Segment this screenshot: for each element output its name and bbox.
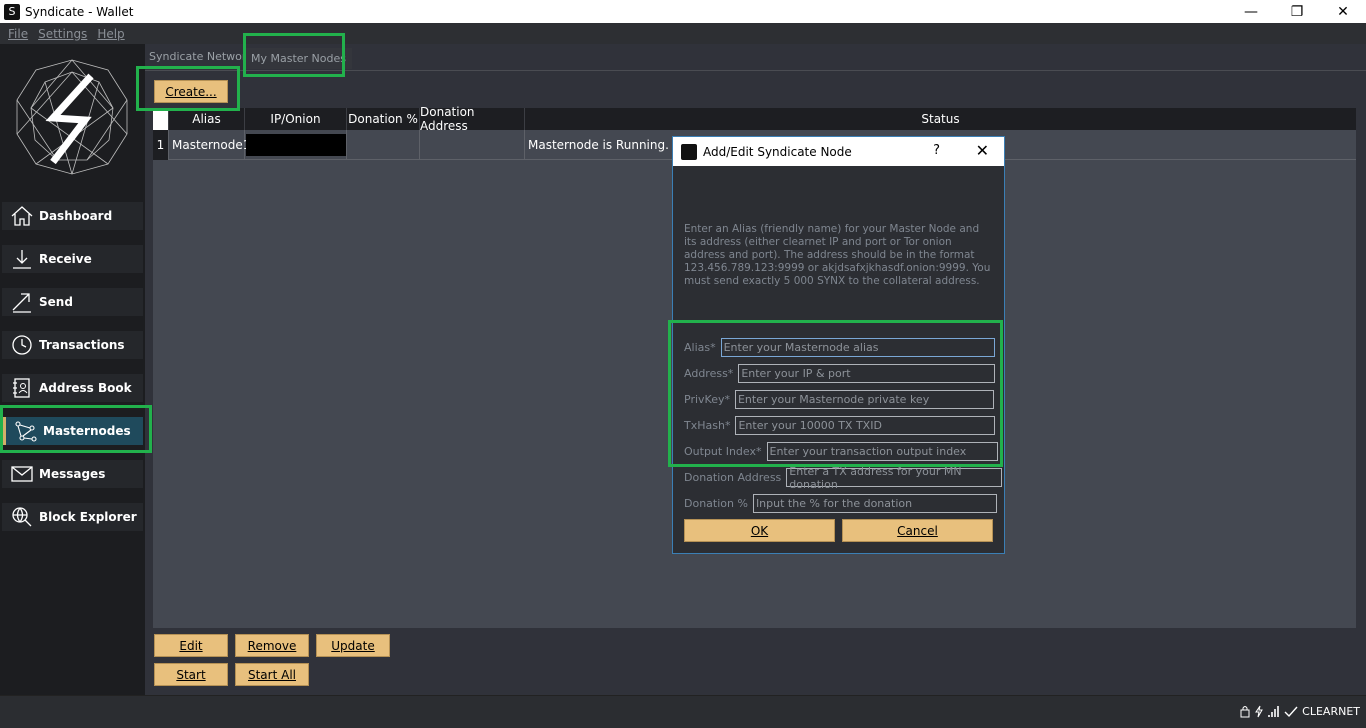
nav-block-explorer[interactable]: Block Explorer	[2, 503, 143, 531]
ok-button-label: OK	[750, 523, 769, 538]
dialog-description: Enter an Alias (friendly name) for your …	[684, 223, 991, 287]
edit-button-label: Edit	[179, 638, 203, 653]
donation-pct-label: Donation %	[684, 497, 748, 510]
corner-cell	[153, 108, 169, 130]
address-book-icon	[9, 375, 35, 401]
globe-search-icon	[9, 504, 35, 530]
highlight-required-fields	[668, 320, 1003, 467]
nav-dashboard[interactable]: Dashboard	[2, 202, 143, 230]
col-donation-pct[interactable]: Donation %	[347, 108, 420, 130]
form-row-donation-pct: Donation % Input the % for the donation	[684, 494, 997, 513]
checkmark-icon	[1284, 706, 1298, 718]
cancel-button[interactable]: Cancel	[842, 519, 993, 542]
signal-bars-icon	[1268, 706, 1279, 717]
send-icon	[9, 289, 35, 315]
highlight-create	[136, 66, 240, 111]
col-alias[interactable]: Alias	[169, 108, 245, 130]
sidebar: Dashboard Receive Send Transactions Addr…	[0, 44, 145, 695]
clock-icon	[9, 332, 35, 358]
title-bar: S Syndicate - Wallet — ❐ ✕	[0, 0, 1366, 23]
col-ip-onion[interactable]: IP/Onion	[245, 108, 347, 130]
minimize-button[interactable]: —	[1228, 0, 1274, 23]
redacted-ip-block	[246, 134, 346, 156]
help-icon[interactable]: ?	[933, 143, 940, 158]
form-row-donation-address: Donation Address Enter a TX address for …	[684, 465, 1003, 491]
ok-button[interactable]: OK	[684, 519, 835, 542]
nav-address-book-label: Address Book	[39, 381, 132, 395]
remove-button[interactable]: Remove	[235, 634, 309, 657]
nav-block-explorer-label: Block Explorer	[39, 510, 137, 524]
start-button[interactable]: Start	[154, 663, 228, 686]
col-donation-address[interactable]: Donation Address	[420, 105, 525, 133]
donation-pct-input[interactable]: Input the % for the donation	[752, 494, 997, 513]
nav-transactions[interactable]: Transactions	[2, 331, 143, 359]
tab-syndicate-network[interactable]: Syndicate Network	[149, 50, 253, 63]
remove-button-label: Remove	[247, 638, 297, 653]
start-all-button-label: Start All	[247, 667, 296, 682]
update-button-label: Update	[331, 638, 375, 653]
row-number: 1	[153, 130, 169, 160]
table-header: Alias IP/Onion Donation % Donation Addre…	[153, 105, 1356, 133]
donation-address-input[interactable]: Enter a TX address for your MN donation	[786, 465, 1003, 491]
envelope-icon	[9, 461, 35, 487]
nav-send-label: Send	[39, 295, 73, 309]
dialog-app-icon	[681, 143, 697, 160]
dialog-title: Add/Edit Syndicate Node	[703, 144, 852, 159]
lock-icon	[1240, 706, 1250, 718]
nav-messages-label: Messages	[39, 467, 106, 481]
highlight-my-master-nodes-tab	[243, 33, 345, 77]
nav-transactions-label: Transactions	[39, 338, 125, 352]
cell-alias: Masternode1	[169, 130, 250, 160]
dialog-title-bar: Add/Edit Syndicate Node ? ✕	[673, 137, 1004, 166]
donation-address-label: Donation Address	[684, 471, 782, 484]
start-button-label: Start	[176, 667, 206, 682]
window-title: Syndicate - Wallet	[25, 4, 134, 19]
start-all-button[interactable]: Start All	[235, 663, 309, 686]
nav-address-book[interactable]: Address Book	[2, 374, 143, 402]
status-bar: CLEARNET	[0, 695, 1366, 728]
cell-donation-pct	[347, 130, 420, 160]
menu-bar: File Settings Help	[0, 23, 1366, 44]
restore-button[interactable]: ❐	[1274, 0, 1320, 23]
menu-help[interactable]: Help	[97, 27, 124, 41]
nav-receive-label: Receive	[39, 252, 92, 266]
lightning-icon	[1255, 705, 1264, 718]
cancel-button-label: Cancel	[897, 523, 938, 538]
close-icon[interactable]: ✕	[976, 141, 989, 160]
app-logo-icon: S	[4, 3, 20, 20]
nav-send[interactable]: Send	[2, 288, 143, 316]
col-status[interactable]: Status	[525, 108, 1356, 130]
highlight-masternodes-nav	[0, 405, 152, 453]
nav-messages[interactable]: Messages	[2, 460, 143, 488]
nav-dashboard-label: Dashboard	[39, 209, 113, 223]
cell-donation-address	[420, 130, 525, 160]
home-icon	[9, 203, 35, 229]
syndicate-logo	[16, 59, 128, 175]
update-button[interactable]: Update	[316, 634, 390, 657]
close-button[interactable]: ✕	[1320, 0, 1366, 23]
network-status: CLEARNET	[1302, 705, 1360, 718]
receive-icon	[9, 246, 35, 272]
edit-button[interactable]: Edit	[154, 634, 228, 657]
nav-receive[interactable]: Receive	[2, 245, 143, 273]
menu-settings[interactable]: Settings	[38, 27, 87, 41]
menu-file[interactable]: File	[8, 27, 28, 41]
cell-ip-onion	[245, 130, 347, 160]
